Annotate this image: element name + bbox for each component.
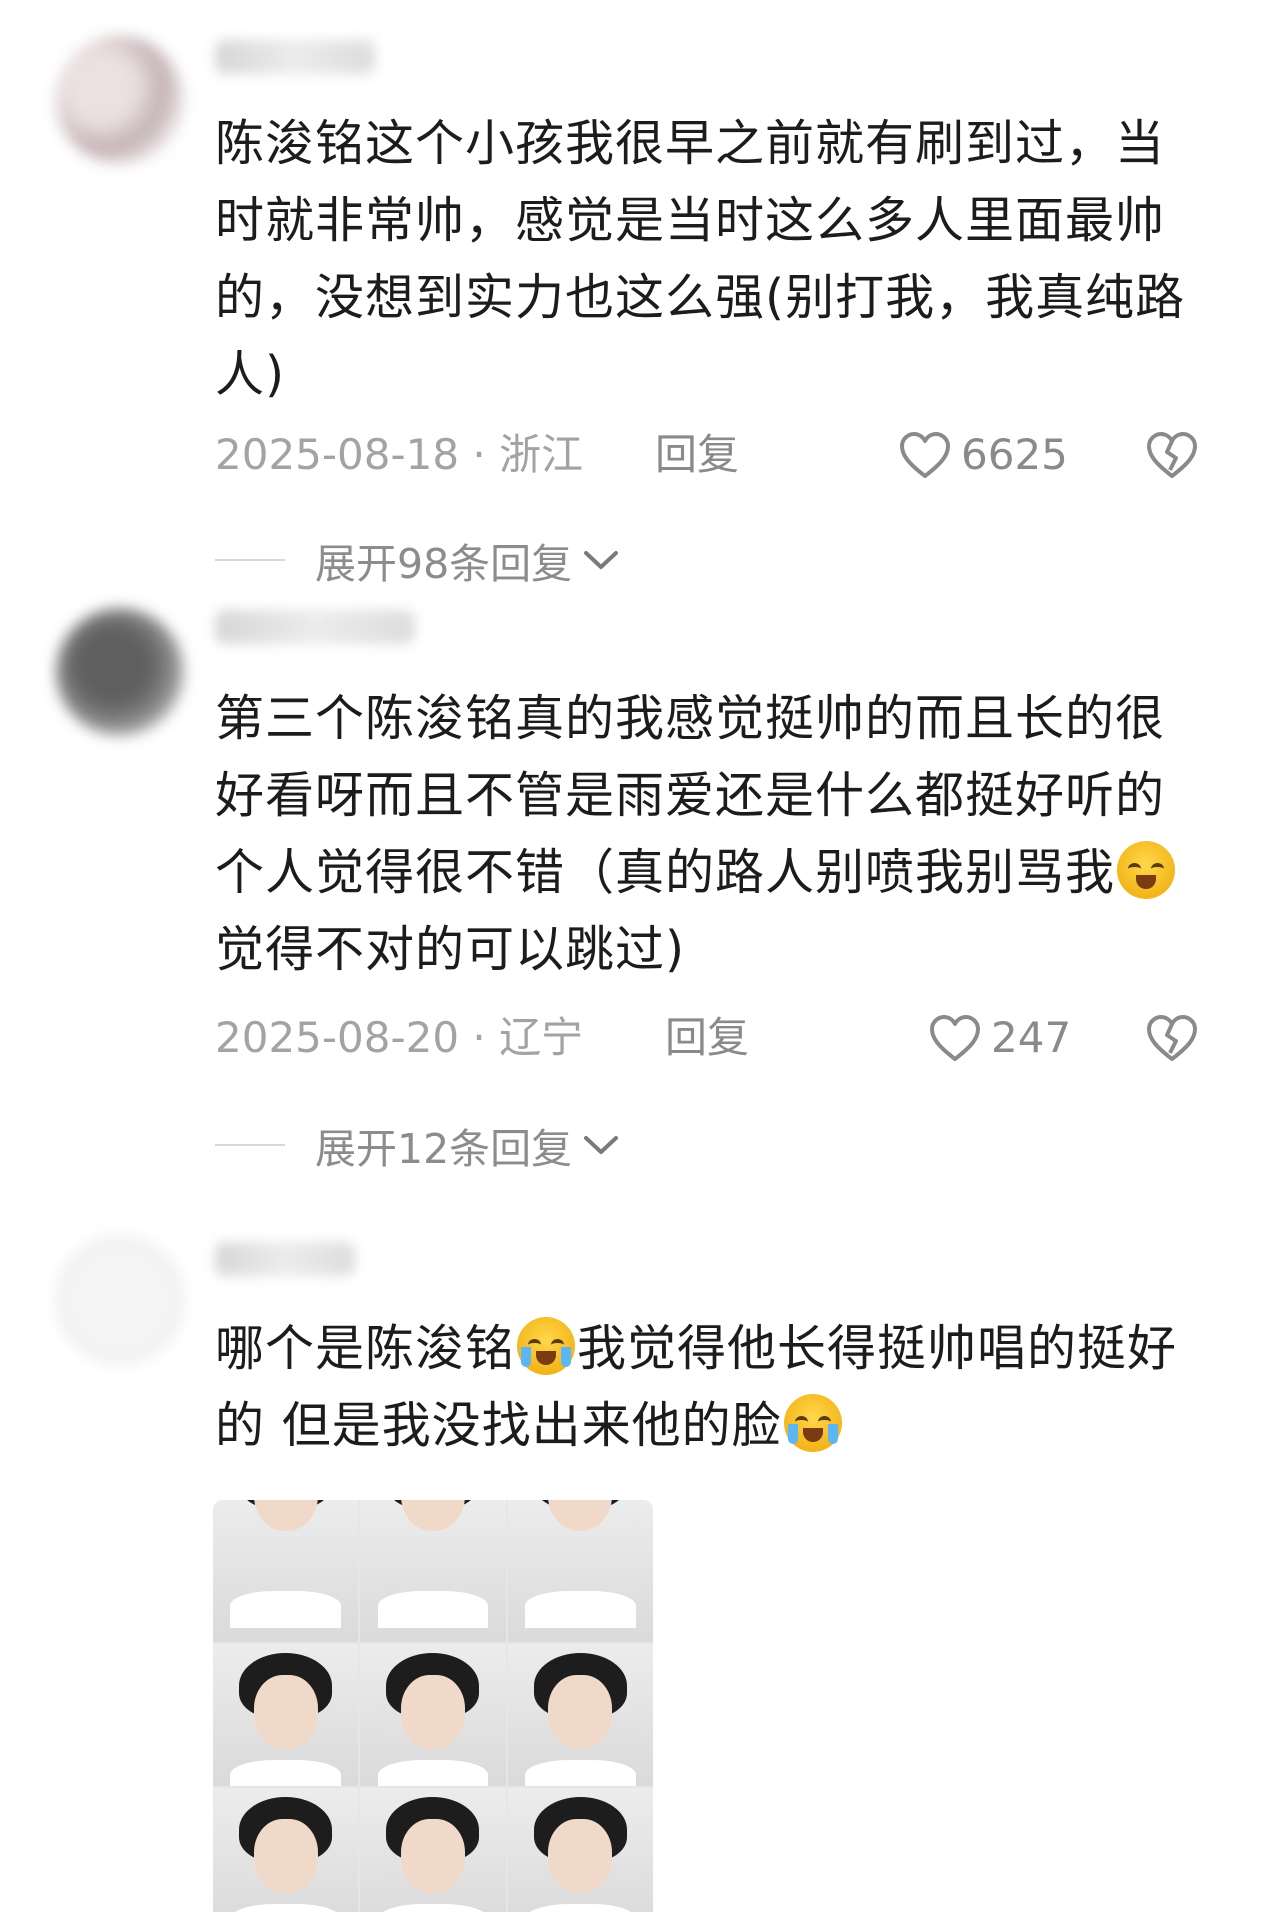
- chevron-down-icon: [584, 1136, 619, 1154]
- comment-text-part: 觉得不对的可以跳过): [215, 921, 686, 978]
- like-count: 247: [991, 1013, 1072, 1062]
- photo-cell: [507, 1788, 653, 1912]
- heart-outline-icon[interactable]: [898, 430, 952, 480]
- comment-text: 陈浚铭这个小孩我很早之前就有刷到过，当时就非常帅，感觉是当时这么多人里面最帅的，…: [215, 115, 1186, 403]
- photo-cell: [213, 1644, 359, 1786]
- comment-text-part: 第三个陈浚铭真的我感觉挺帅的而且长的很好看呀而且不管是雨爱还是什么都挺好听的个人…: [215, 690, 1166, 901]
- reply-button[interactable]: 回复: [655, 430, 739, 480]
- expand-replies-label: 展开98条回复: [315, 540, 573, 588]
- photo-cell: [213, 1500, 359, 1642]
- comment-text: 第三个陈浚铭真的我感觉挺帅的而且长的很好看呀而且不管是雨爱还是什么都挺好听的个人…: [215, 680, 1205, 988]
- crying-face-emoji: [517, 1317, 576, 1375]
- photo-cell: [360, 1644, 506, 1786]
- comment-meta: 2025-08-20 · 辽宁 回复 247: [215, 1013, 1215, 1063]
- broken-heart-icon[interactable]: [1145, 1013, 1199, 1063]
- avatar[interactable]: [56, 608, 184, 736]
- username[interactable]: [215, 610, 415, 644]
- expand-replies-label: 展开12条回复: [315, 1125, 573, 1173]
- username[interactable]: [215, 40, 375, 74]
- expand-replies-button[interactable]: 展开12条回复: [215, 1120, 620, 1173]
- avatar[interactable]: [56, 36, 184, 164]
- comment-date-location: 2025-08-20 · 辽宁: [215, 1013, 584, 1062]
- expand-replies-button[interactable]: 展开98条回复: [215, 535, 620, 588]
- chevron-down-icon: [584, 551, 619, 569]
- photo-cell: [213, 1788, 359, 1912]
- comment-text: 哪个是陈浚铭 我觉得他长得挺帅唱的挺好的 但是我没找出来他的脸: [215, 1310, 1205, 1464]
- username[interactable]: [215, 1242, 355, 1276]
- photo-cell: [507, 1644, 653, 1786]
- reply-button[interactable]: 回复: [665, 1013, 749, 1063]
- divider: [215, 559, 285, 561]
- photo-cell: [360, 1500, 506, 1642]
- crying-face-emoji: [1117, 841, 1176, 899]
- photo-cell: [360, 1788, 506, 1912]
- comment-text-part: 哪个是陈浚铭: [215, 1320, 516, 1377]
- like-count: 6625: [961, 430, 1068, 479]
- broken-heart-icon[interactable]: [1145, 430, 1199, 480]
- crying-face-emoji: [783, 1394, 842, 1452]
- photo-cell: [507, 1500, 653, 1642]
- photo-grid[interactable]: [213, 1500, 653, 1912]
- divider: [215, 1144, 285, 1146]
- comment-date-location: 2025-08-18 · 浙江: [215, 430, 584, 479]
- heart-outline-icon[interactable]: [928, 1013, 982, 1063]
- avatar[interactable]: [56, 1236, 184, 1364]
- comment-meta: 2025-08-18 · 浙江 回复 6625: [215, 430, 1215, 480]
